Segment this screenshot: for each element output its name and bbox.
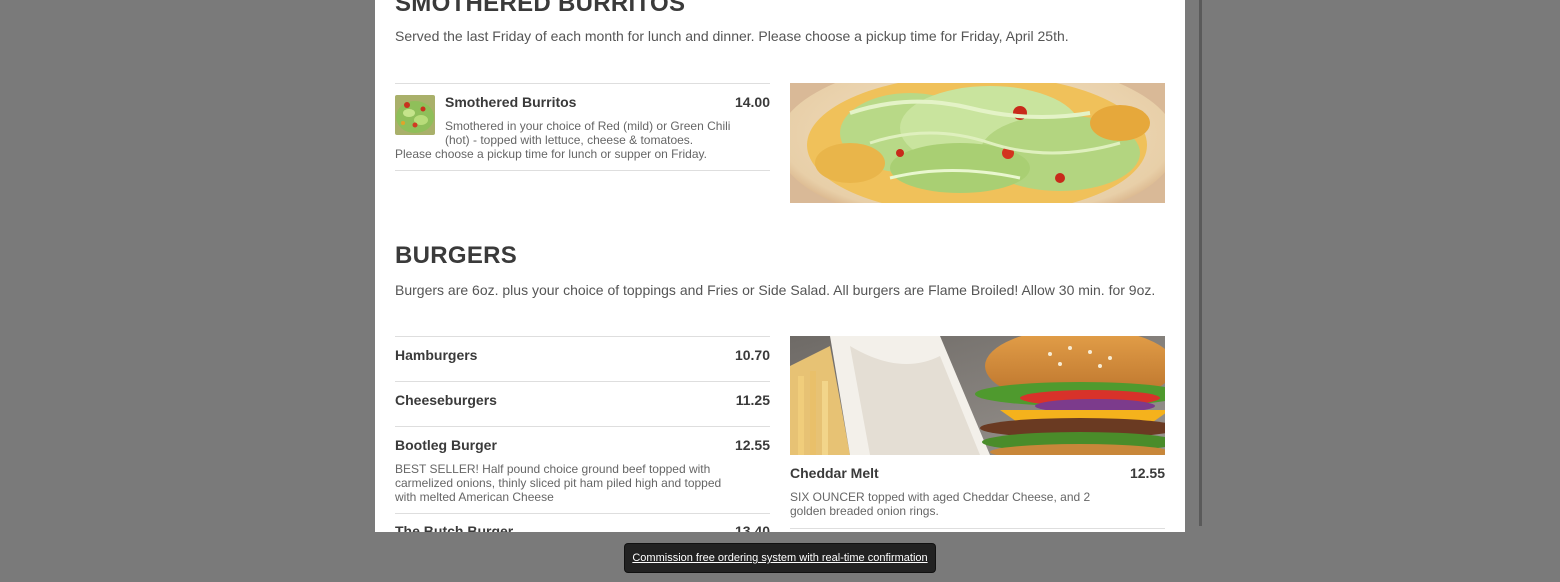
item-name: Cheddar Melt	[790, 465, 879, 481]
menu-page: SMOTHERED BURRITOS Served the last Frida…	[375, 0, 1185, 532]
item-description: Smothered in your choice of Red (mild) o…	[445, 119, 731, 147]
menu-item-the-butch-burger[interactable]: The Butch Burger 13.40	[395, 513, 770, 532]
burritos-item-list: Smothered Burritos 14.00 Smothered in yo…	[395, 83, 770, 171]
burger-fries-photo	[790, 336, 1165, 455]
item-price: 13.40	[734, 523, 770, 532]
burgers-item-list-left: Hamburgers 10.70 Cheeseburgers 11.25 Boo…	[395, 336, 770, 532]
section-smothered-burritos: SMOTHERED BURRITOS Served the last Frida…	[395, 0, 1165, 203]
burrito-photo	[790, 83, 1165, 203]
item-name: Smothered Burritos	[445, 94, 577, 110]
menu-item-hamburgers[interactable]: Hamburgers 10.70	[395, 336, 770, 381]
item-price: 11.25	[735, 392, 770, 408]
item-description: SIX OUNCER topped with aged Cheddar Chee…	[790, 490, 1091, 518]
item-note: Please choose a pickup time for lunch or…	[395, 147, 707, 161]
burrito-thumbnail-icon	[395, 95, 435, 135]
item-price: 12.55	[1129, 465, 1165, 481]
section-description: Served the last Friday of each month for…	[395, 28, 1069, 44]
viewport: SMOTHERED BURRITOS Served the last Frida…	[0, 0, 1560, 582]
item-name: Bootleg Burger	[395, 437, 497, 453]
item-description: BEST SELLER! Half pound choice ground be…	[395, 462, 722, 504]
menu-item-cheddar-melt[interactable]: Cheddar Melt 12.55 SIX OUNCER topped wit…	[790, 455, 1165, 529]
section-title: BURGERS	[395, 242, 518, 269]
section-description: Burgers are 6oz. plus your choice of top…	[395, 282, 1156, 298]
item-price: 14.00	[734, 94, 770, 110]
page-scrollbar[interactable]	[1199, 0, 1202, 526]
item-price: 12.55	[734, 437, 770, 453]
menu-item-bootleg-burger[interactable]: Bootleg Burger 12.55 BEST SELLER! Half p…	[395, 426, 770, 513]
menu-item-cheeseburgers[interactable]: Cheeseburgers 11.25	[395, 381, 770, 426]
item-name: Hamburgers	[395, 347, 478, 363]
item-name: Cheeseburgers	[395, 392, 497, 408]
item-price: 10.70	[734, 347, 770, 363]
menu-item-smothered-burritos[interactable]: Smothered Burritos 14.00 Smothered in yo…	[395, 83, 770, 171]
item-name: The Butch Burger	[395, 523, 514, 532]
section-burgers: BURGERS Burgers are 6oz. plus your choic…	[395, 242, 1165, 532]
section-title: SMOTHERED BURRITOS	[395, 0, 686, 17]
footer-commission-free-badge: Commission free ordering system with rea…	[625, 544, 935, 572]
commission-free-link[interactable]: Commission free ordering system with rea…	[632, 552, 927, 564]
